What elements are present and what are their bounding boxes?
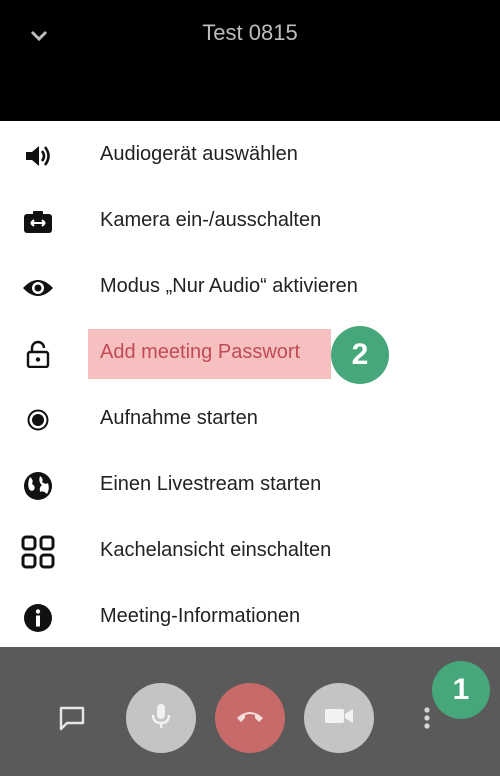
menu-item-label: Modus „Nur Audio“ aktivieren	[100, 275, 358, 297]
menu-item-audio-device[interactable]: Audiogerät auswählen	[0, 123, 500, 189]
menu-item-audio-only[interactable]: Modus „Nur Audio“ aktivieren	[0, 255, 500, 321]
info-icon	[18, 602, 58, 634]
speaker-icon	[18, 140, 58, 172]
eye-icon	[18, 272, 58, 304]
menu-item-meeting-info[interactable]: Meeting-Informationen	[0, 585, 500, 651]
menu-item-label: Einen Livestream starten	[100, 473, 322, 495]
annotation-badge-1: 1	[432, 661, 490, 719]
video-button[interactable]	[304, 683, 374, 753]
call-toolbar	[0, 647, 500, 776]
meeting-header: Test 0815	[0, 0, 500, 121]
menu-item-label: Aufnahme starten	[100, 407, 258, 429]
chat-icon[interactable]	[58, 705, 86, 736]
microphone-button[interactable]	[126, 683, 196, 753]
menu-item-add-password[interactable]: Add meeting Passwort	[0, 321, 500, 387]
menu-item-label: Kachelansicht einschalten	[100, 539, 332, 561]
camera-switch-icon	[18, 206, 58, 238]
grid-icon	[18, 535, 58, 569]
menu-item-label: Add meeting Passwort	[100, 341, 301, 363]
menu-item-label: Meeting-Informationen	[100, 605, 301, 627]
more-vert-icon[interactable]	[420, 705, 434, 736]
microphone-icon	[150, 702, 172, 735]
hangup-icon	[235, 708, 265, 729]
overflow-menu: Audiogerät auswählen Kamera ein-/ausscha…	[0, 121, 500, 647]
lock-icon	[18, 338, 58, 370]
meeting-title: Test 0815	[202, 20, 298, 45]
video-camera-icon	[324, 706, 354, 731]
menu-item-camera-toggle[interactable]: Kamera ein-/ausschalten	[0, 189, 500, 255]
menu-item-tile-view[interactable]: Kachelansicht einschalten	[0, 519, 500, 585]
record-icon	[18, 404, 58, 436]
annotation-badge-2: 2	[331, 326, 389, 384]
menu-item-label: Kamera ein-/ausschalten	[100, 209, 322, 231]
globe-icon	[18, 470, 58, 502]
hangup-button[interactable]	[215, 683, 285, 753]
menu-item-label: Audiogerät auswählen	[100, 143, 298, 165]
menu-item-start-livestream[interactable]: Einen Livestream starten	[0, 453, 500, 519]
menu-item-start-recording[interactable]: Aufnahme starten	[0, 387, 500, 453]
